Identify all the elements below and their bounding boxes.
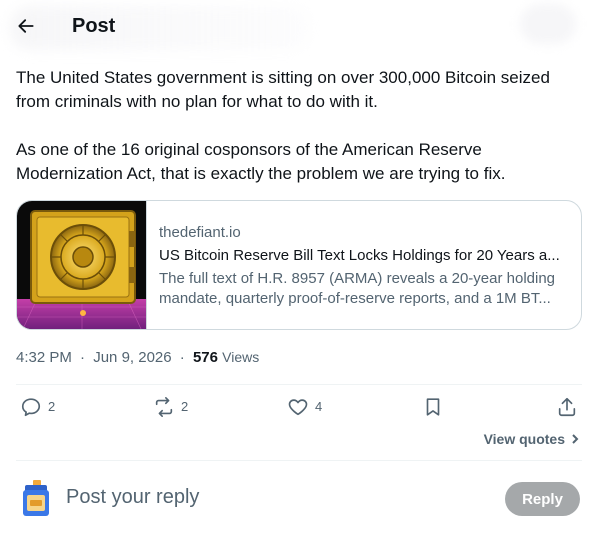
post-paragraph: As one of the 16 original cosponsors of … — [16, 140, 506, 183]
link-preview-card[interactable]: thedefiant.io US Bitcoin Reserve Bill Te… — [16, 200, 582, 330]
view-quotes-link[interactable]: View quotes — [484, 431, 581, 447]
reply-input[interactable]: Post your reply — [66, 484, 199, 510]
top-header: Post — [0, 0, 598, 52]
bookmark-icon — [426, 398, 440, 416]
chevron-right-icon — [572, 434, 579, 444]
arrow-left-icon — [18, 19, 34, 33]
bitcoin-vault-image — [17, 201, 147, 329]
meta-separator: · — [80, 349, 86, 366]
share-icon — [558, 397, 576, 417]
link-domain: thedefiant.io — [159, 224, 241, 241]
page-title: Post — [72, 15, 116, 37]
views-label: Views — [222, 349, 260, 365]
meta-separator: · — [179, 349, 185, 366]
reply-button[interactable]: Reply — [505, 482, 580, 516]
header-blur-overlay — [10, 6, 310, 50]
reply-composer: Post your reply Reply — [16, 474, 582, 524]
like-action-button[interactable]: 4 — [287, 396, 322, 418]
repost-count: 2 — [181, 399, 189, 414]
divider — [16, 460, 582, 461]
post-time[interactable]: 4:32 PM — [16, 349, 72, 366]
share-action-button[interactable] — [556, 396, 578, 418]
action-bar: 2 2 4 — [16, 385, 582, 431]
heart-icon — [288, 399, 308, 416]
link-card-body: thedefiant.io US Bitcoin Reserve Bill Te… — [159, 223, 569, 309]
post-meta: 4:32 PM · Jun 9, 2026 · 576 Views — [16, 347, 259, 368]
back-button[interactable] — [8, 8, 44, 44]
header-blur-overlay-right — [520, 4, 576, 44]
post-date[interactable]: Jun 9, 2026 — [93, 349, 171, 366]
repost-action-button[interactable]: 2 — [153, 396, 188, 418]
link-title: US Bitcoin Reserve Bill Text Locks Holdi… — [159, 247, 560, 264]
post-body: The United States government is sitting … — [16, 66, 586, 186]
like-count: 4 — [315, 399, 323, 414]
views-count: 576 — [192, 349, 218, 366]
view-quotes-label: View quotes — [483, 431, 565, 447]
bookmark-action-button[interactable] — [422, 396, 444, 418]
post-paragraph: The United States government is sitting … — [16, 68, 550, 111]
avatar[interactable] — [20, 480, 52, 518]
reply-count: 2 — [48, 399, 56, 414]
repost-icon — [155, 397, 173, 417]
comment-icon — [21, 398, 41, 417]
link-description: The full text of H.R. 8957 (ARMA) reveal… — [159, 270, 556, 307]
reply-action-button[interactable]: 2 — [20, 396, 55, 418]
